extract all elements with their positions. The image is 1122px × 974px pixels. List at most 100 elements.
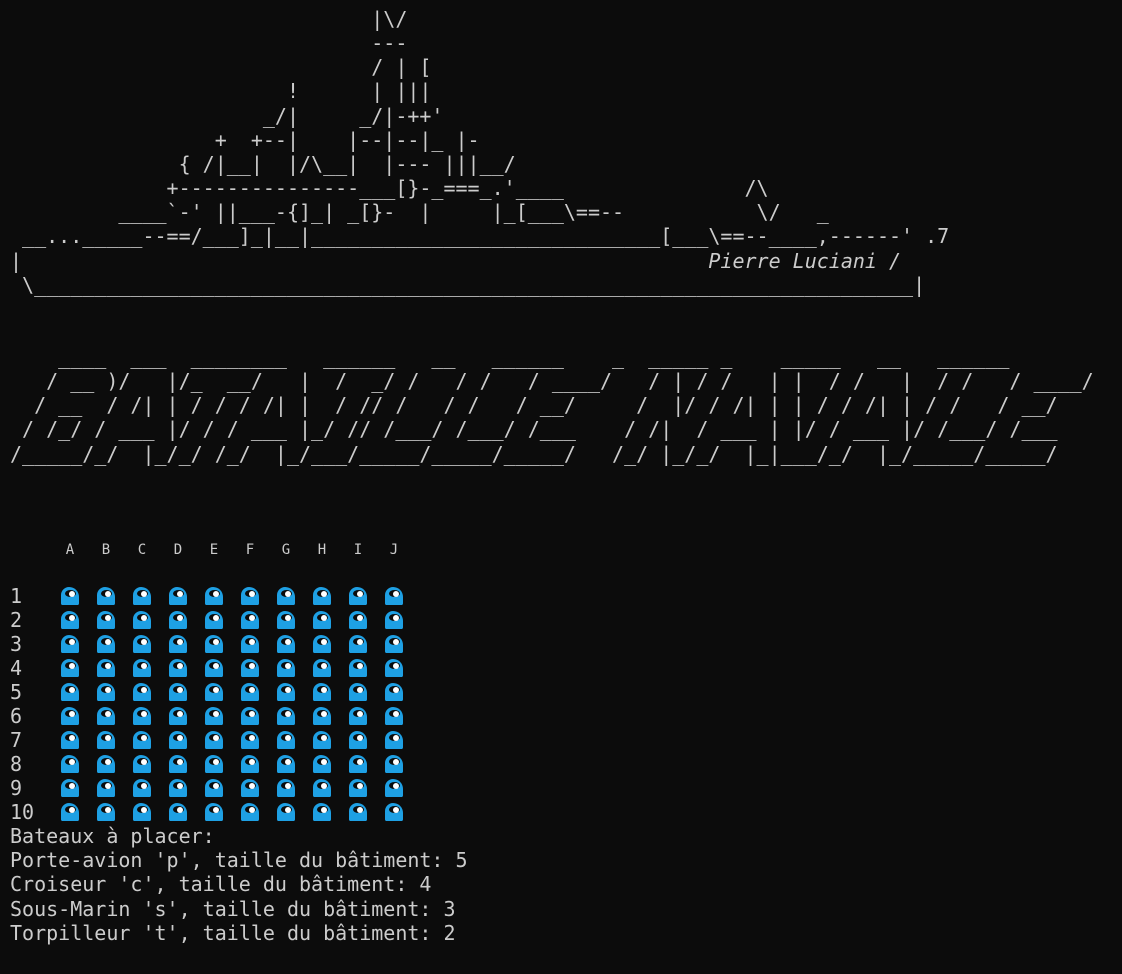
board-cell-e7[interactable] — [202, 728, 226, 752]
board-cell-a1[interactable] — [58, 584, 82, 608]
board-cell-g5[interactable] — [274, 680, 298, 704]
board-cell-b7[interactable] — [94, 728, 118, 752]
board-cell-f7[interactable] — [238, 728, 262, 752]
board-cell-g8[interactable] — [274, 752, 298, 776]
board-cell-j10[interactable] — [382, 800, 406, 824]
board-cell-c8[interactable] — [130, 752, 154, 776]
board-cell-a9[interactable] — [58, 776, 82, 800]
board-cell-g7[interactable] — [274, 728, 298, 752]
board-cell-d3[interactable] — [166, 632, 190, 656]
board-cell-h1[interactable] — [310, 584, 334, 608]
board-cell-b10[interactable] — [94, 800, 118, 824]
board-cell-h8[interactable] — [310, 752, 334, 776]
board-cell-c2[interactable] — [130, 608, 154, 632]
board-cell-b3[interactable] — [94, 632, 118, 656]
board-cell-j1[interactable] — [382, 584, 406, 608]
board-cell-i3[interactable] — [346, 632, 370, 656]
board-cell-a7[interactable] — [58, 728, 82, 752]
board-cell-a4[interactable] — [58, 656, 82, 680]
board-cell-c6[interactable] — [130, 704, 154, 728]
board-cell-b9[interactable] — [94, 776, 118, 800]
board-cell-g2[interactable] — [274, 608, 298, 632]
board-cell-i1[interactable] — [346, 584, 370, 608]
board-cell-j9[interactable] — [382, 776, 406, 800]
board-cell-i5[interactable] — [346, 680, 370, 704]
board-cell-d8[interactable] — [166, 752, 190, 776]
board-cell-j8[interactable] — [382, 752, 406, 776]
board-cell-d5[interactable] — [166, 680, 190, 704]
board-cell-e3[interactable] — [202, 632, 226, 656]
board-cell-i9[interactable] — [346, 776, 370, 800]
board-cell-h4[interactable] — [310, 656, 334, 680]
board-cell-h5[interactable] — [310, 680, 334, 704]
board-cell-d7[interactable] — [166, 728, 190, 752]
board-cell-f8[interactable] — [238, 752, 262, 776]
board-cell-b2[interactable] — [94, 608, 118, 632]
board-cell-h9[interactable] — [310, 776, 334, 800]
board-cell-a8[interactable] — [58, 752, 82, 776]
board-cell-b1[interactable] — [94, 584, 118, 608]
board-cell-f5[interactable] — [238, 680, 262, 704]
board-cell-e5[interactable] — [202, 680, 226, 704]
board-cell-j3[interactable] — [382, 632, 406, 656]
board-cell-c1[interactable] — [130, 584, 154, 608]
board-cell-e2[interactable] — [202, 608, 226, 632]
board-cell-i8[interactable] — [346, 752, 370, 776]
board-cell-h10[interactable] — [310, 800, 334, 824]
board-cell-j5[interactable] — [382, 680, 406, 704]
board-cell-f6[interactable] — [238, 704, 262, 728]
board-cell-e1[interactable] — [202, 584, 226, 608]
board-cell-e10[interactable] — [202, 800, 226, 824]
board-cell-c10[interactable] — [130, 800, 154, 824]
board-cell-h3[interactable] — [310, 632, 334, 656]
board-cell-d10[interactable] — [166, 800, 190, 824]
board-cell-c3[interactable] — [130, 632, 154, 656]
board-cell-f2[interactable] — [238, 608, 262, 632]
board-cell-g10[interactable] — [274, 800, 298, 824]
board-cell-g1[interactable] — [274, 584, 298, 608]
board-cell-b8[interactable] — [94, 752, 118, 776]
board-cell-a5[interactable] — [58, 680, 82, 704]
board-cell-h7[interactable] — [310, 728, 334, 752]
board-cell-j4[interactable] — [382, 656, 406, 680]
board-cell-j7[interactable] — [382, 728, 406, 752]
board-cell-i2[interactable] — [346, 608, 370, 632]
board-cell-f1[interactable] — [238, 584, 262, 608]
board-cell-f10[interactable] — [238, 800, 262, 824]
board-cell-g9[interactable] — [274, 776, 298, 800]
board-cell-d4[interactable] — [166, 656, 190, 680]
board-cell-d2[interactable] — [166, 608, 190, 632]
board-cell-a2[interactable] — [58, 608, 82, 632]
board-cell-e4[interactable] — [202, 656, 226, 680]
board-cell-f9[interactable] — [238, 776, 262, 800]
board-cell-g6[interactable] — [274, 704, 298, 728]
board-cell-d9[interactable] — [166, 776, 190, 800]
board-cell-g3[interactable] — [274, 632, 298, 656]
board-cell-e8[interactable] — [202, 752, 226, 776]
board-cell-c9[interactable] — [130, 776, 154, 800]
board-cell-b6[interactable] — [94, 704, 118, 728]
board-cell-b4[interactable] — [94, 656, 118, 680]
board-cell-e6[interactable] — [202, 704, 226, 728]
board-cell-f4[interactable] — [238, 656, 262, 680]
board-cell-f3[interactable] — [238, 632, 262, 656]
board-cell-i7[interactable] — [346, 728, 370, 752]
board-cell-h6[interactable] — [310, 704, 334, 728]
board-cell-b5[interactable] — [94, 680, 118, 704]
board-cell-c7[interactable] — [130, 728, 154, 752]
board-cell-i6[interactable] — [346, 704, 370, 728]
board-cell-i10[interactable] — [346, 800, 370, 824]
board-cell-g4[interactable] — [274, 656, 298, 680]
board-cell-a10[interactable] — [58, 800, 82, 824]
board-cell-d1[interactable] — [166, 584, 190, 608]
board-cell-e9[interactable] — [202, 776, 226, 800]
board-cell-d6[interactable] — [166, 704, 190, 728]
board-cell-c5[interactable] — [130, 680, 154, 704]
board-cell-j6[interactable] — [382, 704, 406, 728]
board-cell-i4[interactable] — [346, 656, 370, 680]
board-cell-a3[interactable] — [58, 632, 82, 656]
board-cell-a6[interactable] — [58, 704, 82, 728]
board-cell-j2[interactable] — [382, 608, 406, 632]
board-cell-c4[interactable] — [130, 656, 154, 680]
board-cell-h2[interactable] — [310, 608, 334, 632]
